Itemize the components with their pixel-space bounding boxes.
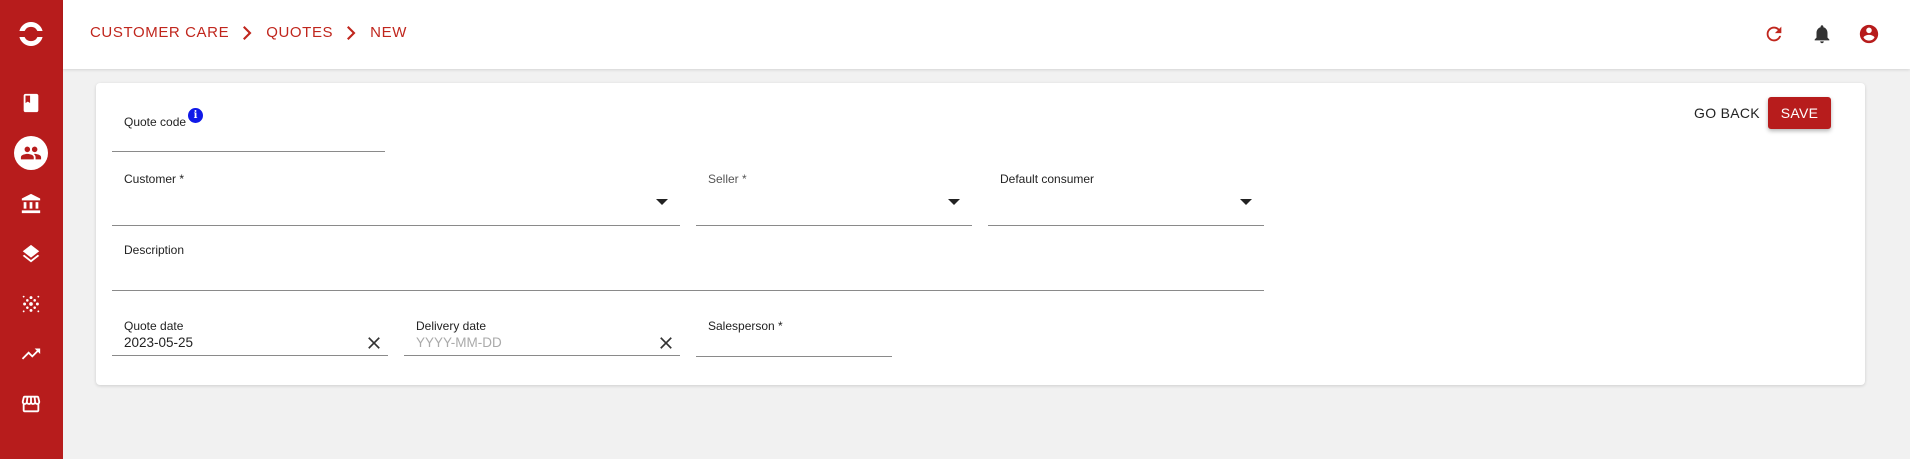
delivery-date-field[interactable]: Delivery date YYYY-MM-DD bbox=[404, 305, 680, 356]
quote-date-label: Quote date bbox=[124, 319, 184, 333]
breadcrumb: CUSTOMER CARE QUOTES NEW bbox=[90, 24, 407, 41]
salesperson-field[interactable]: Salesperson * bbox=[696, 305, 892, 357]
layers-icon[interactable] bbox=[13, 236, 49, 272]
quote-date-field[interactable]: Quote date 2023-05-25 bbox=[112, 305, 388, 356]
info-icon[interactable]: i bbox=[188, 108, 203, 123]
bank-icon[interactable] bbox=[13, 186, 49, 222]
seller-label: Seller * bbox=[708, 172, 747, 186]
chevron-right-icon bbox=[243, 25, 252, 40]
description-field[interactable]: Description bbox=[112, 241, 1264, 291]
seller-select[interactable]: Seller * bbox=[696, 168, 972, 226]
go-back-button[interactable]: GO BACK bbox=[1686, 98, 1768, 128]
salesperson-label: Salesperson * bbox=[708, 319, 783, 333]
people-icon[interactable] bbox=[14, 136, 48, 170]
breadcrumb-quotes[interactable]: QUOTES bbox=[266, 24, 333, 41]
delivery-date-placeholder: YYYY-MM-DD bbox=[416, 335, 502, 350]
chevron-down-icon[interactable] bbox=[656, 199, 668, 205]
delivery-date-label: Delivery date bbox=[416, 319, 487, 333]
customer-label: Customer * bbox=[124, 172, 185, 186]
chevron-right-icon bbox=[347, 25, 356, 40]
description-label: Description bbox=[124, 243, 185, 257]
save-button[interactable]: SAVE bbox=[1768, 97, 1831, 129]
book-icon[interactable] bbox=[13, 85, 49, 121]
breadcrumb-new: NEW bbox=[370, 24, 407, 41]
quote-form-card: Quote code i GO BACK SAVE Customer * Sel… bbox=[96, 83, 1865, 385]
clear-icon[interactable] bbox=[656, 333, 676, 353]
default-consumer-select[interactable]: Default consumer bbox=[988, 168, 1264, 226]
sidebar bbox=[0, 0, 63, 459]
customer-select[interactable]: Customer * bbox=[112, 168, 680, 226]
default-consumer-label: Default consumer bbox=[1000, 172, 1095, 186]
app-logo-icon[interactable] bbox=[13, 16, 49, 52]
bell-icon[interactable] bbox=[1808, 20, 1836, 48]
refresh-icon[interactable] bbox=[1760, 20, 1788, 48]
breadcrumb-customer-care[interactable]: CUSTOMER CARE bbox=[90, 24, 229, 41]
quote-code-label: Quote code bbox=[124, 115, 187, 129]
top-bar: CUSTOMER CARE QUOTES NEW bbox=[63, 0, 1910, 69]
quote-code-field[interactable]: Quote code bbox=[112, 103, 385, 152]
clear-icon[interactable] bbox=[364, 333, 384, 353]
chevron-down-icon[interactable] bbox=[948, 199, 960, 205]
quote-date-value: 2023-05-25 bbox=[124, 335, 194, 350]
chevron-down-icon[interactable] bbox=[1240, 199, 1252, 205]
store-icon[interactable] bbox=[13, 386, 49, 422]
trending-up-icon[interactable] bbox=[13, 336, 49, 372]
account-icon[interactable] bbox=[1855, 20, 1883, 48]
dots-grid-icon[interactable] bbox=[13, 286, 49, 322]
